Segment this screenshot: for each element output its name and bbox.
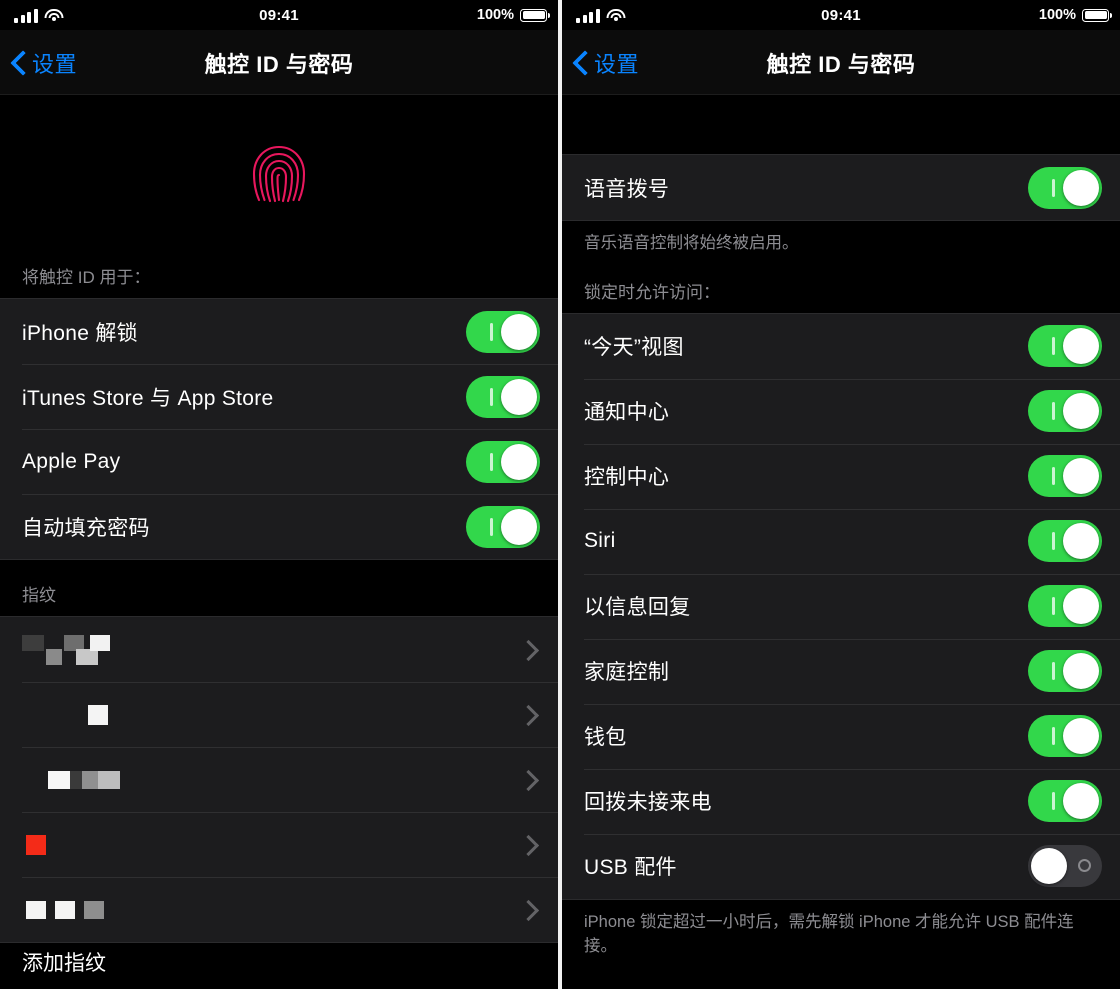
chevron-right-icon [526, 768, 540, 792]
battery-full-icon [520, 8, 551, 22]
redacted-fingerprint-name [26, 895, 104, 925]
row-label: 钱包 [584, 726, 627, 750]
back-button[interactable]: 设置 [574, 30, 639, 95]
row-usb-accessories[interactable]: USB 配件 [562, 833, 1120, 899]
top-spacer [562, 95, 1120, 154]
row-voice-dial[interactable]: 语音拨号 [562, 155, 1120, 220]
page-title: 触控 ID 与密码 [766, 51, 916, 77]
touch-id-usage-header: 将触控 ID 用于： [0, 250, 558, 298]
row-siri[interactable]: Siri [562, 508, 1120, 574]
battery-full-icon [1082, 8, 1113, 22]
row-label: 以信息回复 [584, 596, 691, 620]
row-apple-pay[interactable]: Apple Pay [0, 429, 558, 494]
touch-id-fingerprint-icon [252, 145, 306, 202]
battery-percent-label: 100% [1038, 7, 1076, 23]
status-bar: 09:41 100% [0, 0, 558, 30]
row-label: “今天”视图 [584, 336, 684, 360]
left-content-scroll[interactable]: 将触控 ID 用于： iPhone 解锁 iTunes Store 与 App … [0, 95, 558, 989]
dual-phone-screenshot: 09:41 100% 设置 触控 ID 与密码 将触控 ID 用于： iPhon… [0, 0, 1120, 989]
row-label: 语音拨号 [584, 177, 670, 201]
row-control-center[interactable]: 控制中心 [562, 443, 1120, 509]
voice-dial-group: 语音拨号 [562, 154, 1120, 221]
status-bar-right: 100% [1038, 0, 1113, 30]
toggle-control-center[interactable] [1028, 455, 1102, 498]
redacted-fingerprint-name [22, 634, 110, 665]
chevron-left-icon [12, 50, 27, 75]
right-content-scroll[interactable]: 语音拨号 音乐语音控制将始终被启用。 锁定时允许访问： “今天”视图 通知中心 … [562, 95, 1120, 989]
row-label: USB 配件 [584, 856, 677, 880]
row-wallet[interactable]: 钱包 [562, 703, 1120, 769]
redacted-fingerprint-name [88, 700, 108, 730]
row-itunes-app-store[interactable]: iTunes Store 与 App Store [0, 364, 558, 429]
fingerprint-list-item[interactable] [0, 617, 558, 682]
add-fingerprint-label: 添加指纹 [22, 952, 106, 975]
back-button-label: 设置 [594, 51, 640, 77]
lock-access-header: 锁定时允许访问： [562, 255, 1120, 313]
navigation-bar: 设置 触控 ID 与密码 [562, 30, 1120, 95]
status-bar-clock: 09:41 [821, 6, 861, 24]
row-label: Siri [584, 529, 616, 553]
toggle-password-autofill[interactable] [466, 505, 540, 548]
voice-dial-note: 音乐语音控制将始终被启用。 [562, 221, 1120, 256]
chevron-right-icon [526, 833, 540, 857]
right-phone-screen: 09:41 100% 设置 触控 ID 与密码 语音拨号 音乐语音控制将始终被启… [562, 0, 1120, 989]
fingerprint-list-item[interactable] [0, 747, 558, 812]
row-label: Apple Pay [22, 449, 121, 473]
toggle-usb-accessories[interactable] [1028, 845, 1102, 888]
add-fingerprint-row[interactable]: 添加指纹 [0, 943, 558, 987]
row-home-control[interactable]: 家庭控制 [562, 638, 1120, 704]
row-label: 回拨未接来电 [584, 791, 712, 815]
row-label: 自动填充密码 [22, 516, 150, 540]
left-phone-screen: 09:41 100% 设置 触控 ID 与密码 将触控 ID 用于： iPhon… [0, 0, 558, 989]
fingerprint-list-item[interactable] [0, 682, 558, 747]
row-label: iPhone 解锁 [22, 321, 138, 345]
row-return-missed-calls[interactable]: 回拨未接来电 [562, 768, 1120, 834]
toggle-siri[interactable] [1028, 520, 1102, 563]
toggle-today-view[interactable] [1028, 325, 1102, 368]
row-reply-with-message[interactable]: 以信息回复 [562, 573, 1120, 639]
back-button-label: 设置 [32, 51, 78, 77]
redacted-fingerprint-name [26, 830, 46, 860]
toggle-notification-center[interactable] [1028, 390, 1102, 433]
navigation-bar: 设置 触控 ID 与密码 [0, 30, 558, 95]
row-today-view[interactable]: “今天”视图 [562, 314, 1120, 379]
chevron-right-icon [526, 703, 540, 727]
toggle-voice-dial[interactable] [1028, 166, 1102, 209]
fingerprint-list-item[interactable] [0, 812, 558, 877]
lock-access-group: “今天”视图 通知中心 控制中心 Siri 以信息回复 家庭控制 钱包 回拨未接… [562, 312, 1120, 900]
usb-accessories-note: iPhone 锁定超过一小时后，需先解锁 iPhone 才能允许 USB 配件连… [562, 899, 1120, 959]
toggle-iphone-unlock[interactable] [466, 310, 540, 353]
fingerprint-list-item[interactable] [0, 877, 558, 942]
toggle-itunes-app-store[interactable] [466, 375, 540, 418]
row-password-autofill[interactable]: 自动填充密码 [0, 494, 558, 559]
battery-percent-label: 100% [476, 7, 514, 23]
toggle-wallet[interactable] [1028, 715, 1102, 758]
fingerprints-header: 指纹 [0, 560, 558, 616]
back-button[interactable]: 设置 [12, 30, 77, 95]
row-iphone-unlock[interactable]: iPhone 解锁 [0, 299, 558, 364]
redacted-fingerprint-name [48, 765, 120, 795]
row-notification-center[interactable]: 通知中心 [562, 378, 1120, 444]
touch-id-hero [0, 95, 558, 250]
toggle-apple-pay[interactable] [466, 440, 540, 483]
touch-id-usage-group: iPhone 解锁 iTunes Store 与 App Store Apple… [0, 298, 558, 560]
status-bar-clock: 09:41 [259, 6, 299, 24]
toggle-reply-with-message[interactable] [1028, 585, 1102, 628]
row-label: 控制中心 [584, 466, 670, 490]
chevron-right-icon [526, 898, 540, 922]
status-bar: 09:41 100% [562, 0, 1120, 30]
toggle-home-control[interactable] [1028, 650, 1102, 693]
fingerprints-group [0, 616, 558, 943]
row-label: iTunes Store 与 App Store [22, 386, 274, 410]
chevron-right-icon [526, 638, 540, 662]
page-title: 触控 ID 与密码 [204, 51, 354, 77]
row-label: 通知中心 [584, 401, 670, 425]
chevron-left-icon [574, 50, 589, 75]
status-bar-right: 100% [476, 0, 551, 30]
row-label: 家庭控制 [584, 661, 670, 685]
toggle-return-missed-calls[interactable] [1028, 780, 1102, 823]
